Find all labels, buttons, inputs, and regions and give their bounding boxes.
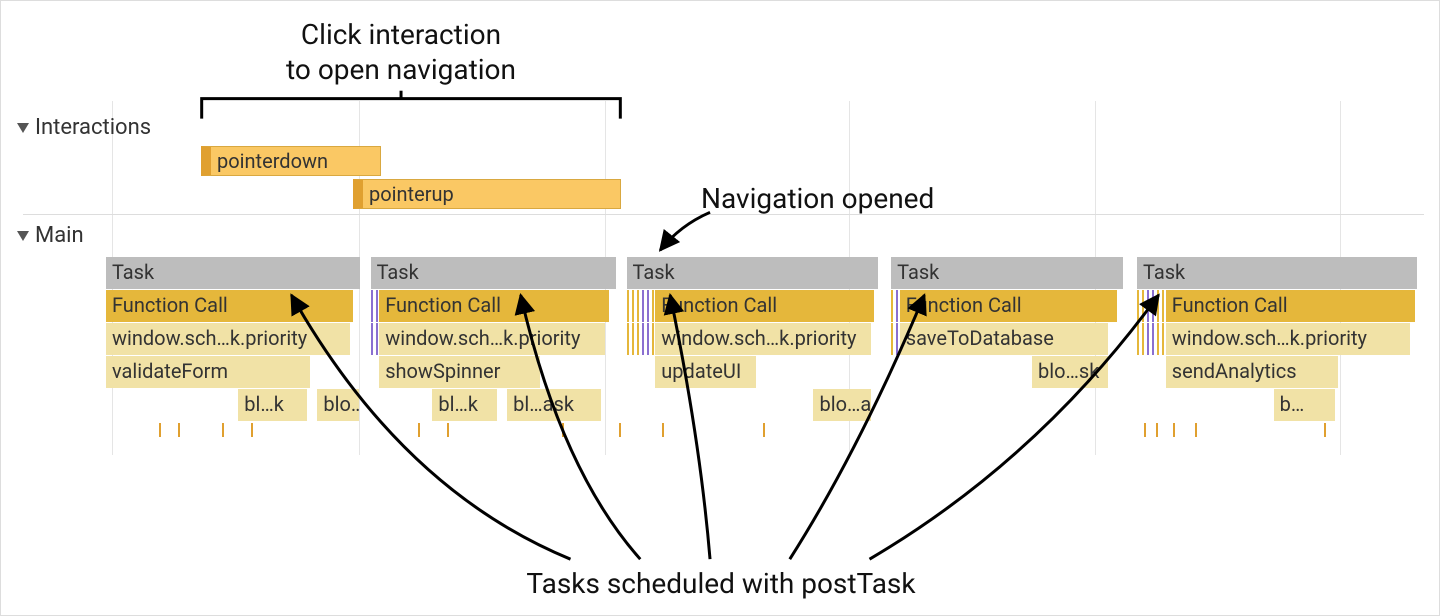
tick: [159, 423, 161, 437]
chevron-down-icon: [17, 123, 29, 133]
tick: [418, 423, 420, 437]
tick: [763, 423, 765, 437]
sliver: [647, 290, 649, 322]
tick: [1324, 423, 1326, 437]
lane-level-2: window.sch…k.priority window.sch…k.priori…: [1, 323, 1439, 355]
sliver: [1147, 290, 1149, 322]
sliver: [371, 323, 373, 355]
interaction-label: pointerdown: [217, 149, 328, 173]
sliver: [637, 290, 639, 322]
sliver: [652, 323, 654, 355]
sliver: [896, 323, 898, 355]
flame-entry[interactable]: sendAnalytics: [1166, 356, 1339, 388]
tick: [662, 423, 664, 437]
chevron-down-icon: [17, 231, 29, 241]
tick: [1144, 423, 1146, 437]
flame-block[interactable]: blo…sk: [317, 389, 359, 421]
track-label-main[interactable]: Main: [17, 223, 84, 248]
flame-entry[interactable]: window.sch…k.priority: [655, 323, 871, 355]
flame-task[interactable]: Task: [371, 257, 617, 289]
flame-entry[interactable]: window.sch…k.priority: [106, 323, 350, 355]
sliver: [627, 290, 629, 322]
track-label-text: Interactions: [35, 115, 151, 140]
sliver: [896, 290, 898, 322]
sliver: [627, 323, 629, 355]
flame-function-call[interactable]: Function Call: [655, 290, 874, 322]
sliver: [1162, 290, 1164, 322]
annotation-click-interaction: Click interactionto open navigation: [181, 17, 621, 87]
tick: [562, 423, 564, 437]
sliver: [652, 290, 654, 322]
sliver: [637, 323, 639, 355]
sliver: [1137, 290, 1139, 322]
lane-level-3: validateForm showSpinner updateUI blo…sk sen…: [1, 356, 1439, 388]
sliver: [642, 323, 644, 355]
lane-task: Task Task Task Task Task: [1, 257, 1439, 289]
sliver: [376, 290, 378, 322]
tick: [1156, 423, 1158, 437]
flame-entry[interactable]: validateForm: [106, 356, 310, 388]
track-label-text: Main: [35, 223, 84, 248]
sliver: [1142, 290, 1144, 322]
tick: [251, 423, 253, 437]
sliver: [891, 323, 893, 355]
annotation-tasks-scheduled: Tasks scheduled with postTask: [401, 566, 1041, 601]
sliver: [1152, 290, 1154, 322]
annotation-text: Navigation opened: [701, 182, 934, 215]
sliver: [632, 323, 634, 355]
flame-function-call[interactable]: Function Call: [379, 290, 609, 322]
flame-task[interactable]: Task: [627, 257, 879, 289]
sliver: [1152, 323, 1154, 355]
interaction-label: pointerup: [369, 182, 454, 206]
flame-block[interactable]: bl…k: [238, 389, 307, 421]
track-label-interactions[interactable]: Interactions: [17, 115, 151, 140]
sliver: [1142, 323, 1144, 355]
flame-entry[interactable]: window.sch…k.priority: [1166, 323, 1410, 355]
sliver: [647, 323, 649, 355]
flame-function-call[interactable]: Function Call: [106, 290, 353, 322]
tick: [1195, 423, 1197, 437]
flame-function-call[interactable]: Function Call: [900, 290, 1117, 322]
lane-function-call: Function Call Function Call Function Call F…: [1, 290, 1439, 322]
annotation-text: Tasks scheduled with postTask: [526, 567, 915, 600]
flame-block[interactable]: b…: [1274, 389, 1336, 421]
annotation-navigation-opened: Navigation opened: [701, 181, 934, 216]
sliver: [1162, 323, 1164, 355]
sliver: [1157, 323, 1159, 355]
sliver: [891, 290, 893, 322]
flame-task[interactable]: Task: [1137, 257, 1417, 289]
flame-entry[interactable]: updateUI: [655, 356, 756, 388]
flame-function-call[interactable]: Function Call: [1166, 290, 1415, 322]
tick: [178, 423, 180, 437]
flame-block[interactable]: blo…ask: [813, 389, 871, 421]
flame-entry[interactable]: window.sch…k.priority: [379, 323, 605, 355]
tick: [1173, 423, 1175, 437]
tick: [447, 423, 449, 437]
tick: [222, 423, 224, 437]
interaction-bar-pointerup[interactable]: pointerup: [353, 179, 621, 209]
annotation-text: Click interactionto open navigation: [286, 18, 516, 86]
interaction-bar-pointerdown[interactable]: pointerdown: [201, 146, 381, 176]
flame-task[interactable]: Task: [891, 257, 1123, 289]
lane-blocks: bl…k blo…sk bl…k bl…ask blo…ask b…: [1, 389, 1439, 421]
flame-block[interactable]: bl…k: [432, 389, 497, 421]
diagram-canvas: Click interactionto open navigation Inte…: [1, 1, 1439, 615]
sliver: [1137, 323, 1139, 355]
sliver: [1147, 323, 1149, 355]
flame-entry[interactable]: blo…sk: [1032, 356, 1108, 388]
sliver: [632, 290, 634, 322]
flame-entry[interactable]: saveToDatabase: [900, 323, 1109, 355]
sliver: [642, 290, 644, 322]
sliver: [371, 290, 373, 322]
flame-entry[interactable]: showSpinner: [379, 356, 540, 388]
sliver: [376, 323, 378, 355]
sliver: [1157, 290, 1159, 322]
flame-task[interactable]: Task: [106, 257, 361, 289]
tick: [619, 423, 621, 437]
flame-block[interactable]: bl…ask: [507, 389, 600, 421]
